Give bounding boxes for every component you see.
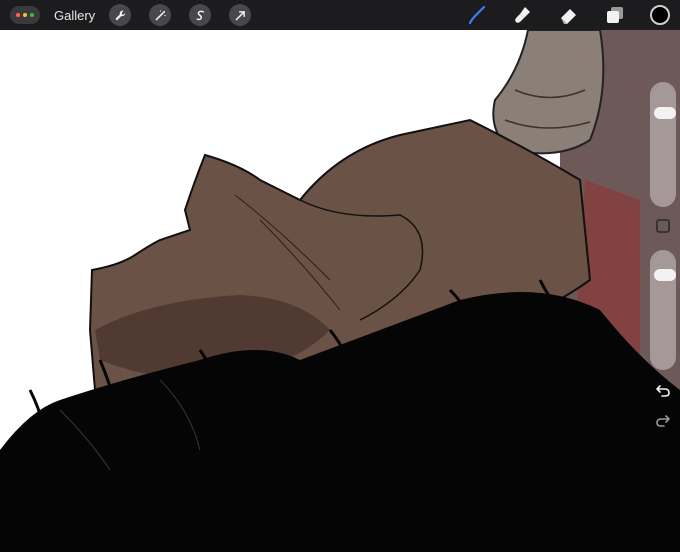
drawing-canvas[interactable] xyxy=(0,30,680,552)
color-swatch[interactable] xyxy=(650,5,670,25)
magic-wand-icon[interactable] xyxy=(149,4,172,26)
undo-icon[interactable] xyxy=(655,382,671,398)
menu-dot-red xyxy=(16,13,20,17)
opacity-thumb[interactable] xyxy=(654,269,676,281)
redo-icon[interactable] xyxy=(655,412,671,428)
opacity-slider[interactable] xyxy=(650,250,676,370)
top-toolbar: Gallery xyxy=(0,0,680,30)
menu-dot-yellow xyxy=(23,13,27,17)
smudge-icon[interactable] xyxy=(512,4,534,26)
wrench-icon[interactable] xyxy=(109,4,132,26)
brush-icon[interactable] xyxy=(466,4,488,26)
artwork xyxy=(0,30,680,552)
menu-dot-green xyxy=(30,13,34,17)
transform-arrow-icon[interactable] xyxy=(229,4,252,26)
actions-menu-button[interactable] xyxy=(10,6,40,24)
brush-size-thumb[interactable] xyxy=(654,107,676,119)
layers-icon[interactable] xyxy=(604,4,626,26)
brush-size-slider[interactable] xyxy=(650,82,676,207)
selection-icon[interactable] xyxy=(189,4,212,26)
side-toolbar xyxy=(648,82,678,432)
eraser-icon[interactable] xyxy=(558,4,580,26)
modify-square-icon[interactable] xyxy=(655,218,671,234)
gallery-link[interactable]: Gallery xyxy=(54,8,95,23)
